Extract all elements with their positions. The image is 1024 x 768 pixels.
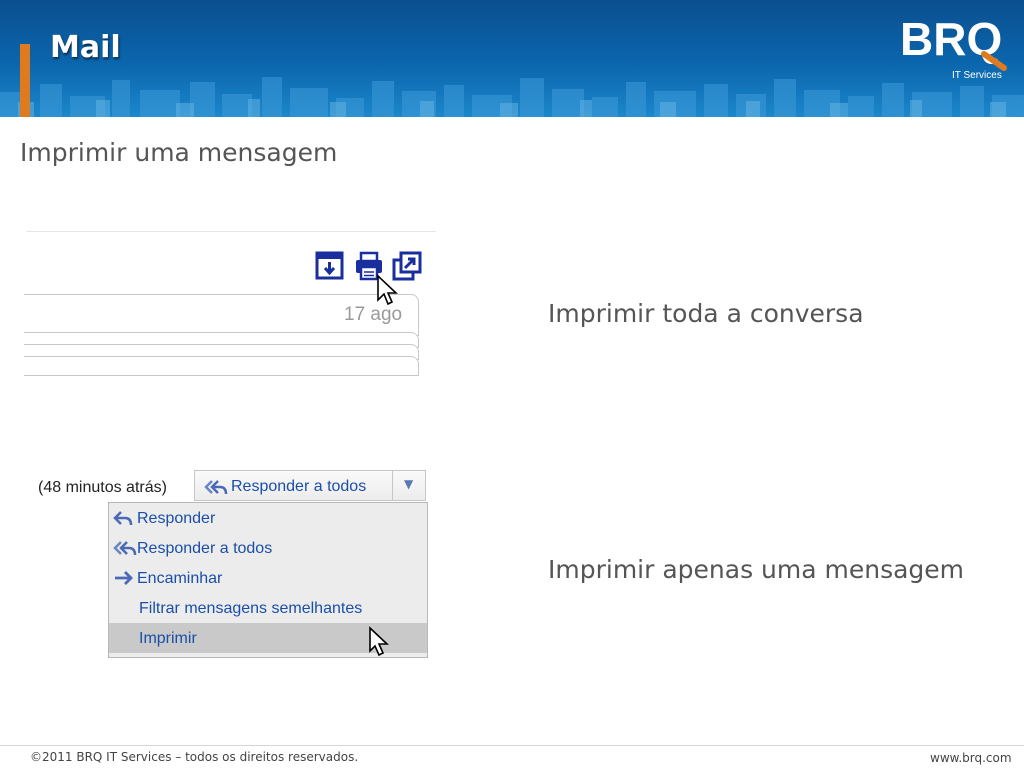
more-options-dropdown[interactable]: ▼ <box>393 471 425 500</box>
message-screenshot: (48 minutos atrás) Responder a todos ▼ R… <box>34 468 430 660</box>
menu-item-reply-all[interactable]: Responder a todos <box>109 533 427 563</box>
menu-item-reply[interactable]: Responder <box>109 503 427 533</box>
header-accent-bar <box>20 44 30 117</box>
conversation-screenshot: 17 ago <box>24 228 438 378</box>
mouse-cursor-icon <box>369 626 390 657</box>
caption-print-conversation: Imprimir toda a conversa <box>548 299 864 328</box>
page-title: Mail <box>50 30 121 65</box>
menu-item-forward[interactable]: Encaminhar <box>109 563 427 593</box>
reply-all-icon <box>113 541 137 556</box>
menu-item-label: Imprimir <box>139 630 197 647</box>
caption-print-single-message: Imprimir apenas uma mensagem <box>548 555 965 584</box>
message-time: (48 minutos atrás) <box>38 479 167 496</box>
reply-all-label: Responder a todos <box>231 478 367 495</box>
menu-item-filter-similar[interactable]: Filtrar mensagens semelhantes <box>109 593 427 623</box>
reply-all-icon <box>204 480 228 495</box>
city-skyline-graphic <box>0 77 1024 117</box>
forward-icon <box>115 571 133 585</box>
reply-icon <box>113 511 133 526</box>
archive-icon[interactable] <box>315 251 345 281</box>
message-row[interactable] <box>24 356 419 376</box>
footer-copyright: ©2011 BRQ IT Services – todos os direito… <box>30 750 359 764</box>
menu-item-label: Filtrar mensagens semelhantes <box>139 600 363 617</box>
menu-item-label: Responder a todos <box>137 540 273 557</box>
divider <box>26 231 436 232</box>
chevron-down-icon: ▼ <box>404 477 414 491</box>
menu-item-label: Encaminhar <box>137 570 223 587</box>
footer-divider <box>0 745 1024 746</box>
menu-item-label: Responder <box>137 510 216 527</box>
footer-website[interactable]: www.brq.com <box>930 751 1012 765</box>
mouse-cursor-icon <box>377 274 398 306</box>
reply-all-button[interactable]: Responder a todos ▼ <box>194 470 426 501</box>
logo-subtitle: IT Services <box>952 70 1002 81</box>
section-title: Imprimir uma mensagem <box>20 138 338 167</box>
slide-header: Mail BRQ IT Services <box>0 0 1024 117</box>
